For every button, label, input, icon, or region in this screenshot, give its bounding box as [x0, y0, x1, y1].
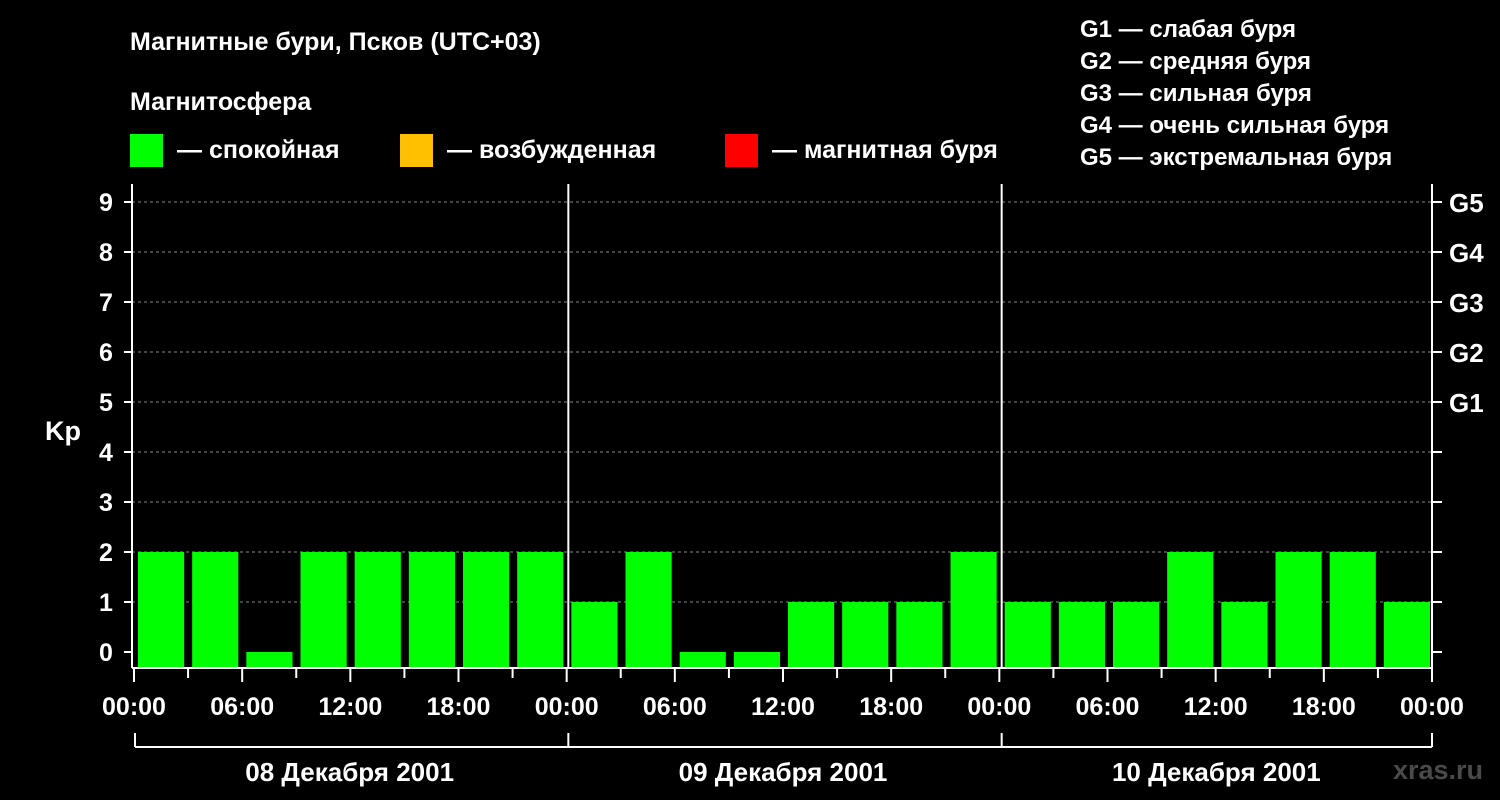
day-label: 10 Декабря 2001 [1112, 757, 1321, 787]
y-tick-label: 0 [99, 639, 113, 667]
legend-label: — магнитная буря [772, 136, 998, 164]
y-tick-label: 9 [99, 189, 113, 217]
storm-scale-item: G5 — экстремальная буря [1080, 144, 1392, 171]
kp-bar [788, 602, 835, 668]
storm-level-label: G3 [1449, 288, 1484, 318]
kp-bar [950, 552, 997, 668]
kp-bar [408, 552, 455, 668]
x-tick-label: 06:00 [643, 693, 707, 721]
x-tick-label: 06:00 [1076, 693, 1140, 721]
storm-level-label: G1 [1449, 388, 1484, 418]
legend-label: — возбужденная [447, 136, 656, 164]
storm-level-label: G4 [1449, 238, 1484, 268]
x-tick-label: 18:00 [1292, 693, 1356, 721]
y-tick-label: 8 [99, 239, 113, 267]
x-tick-label: 12:00 [751, 693, 815, 721]
x-tick-label: 12:00 [1184, 693, 1248, 721]
x-tick-label: 00:00 [1400, 693, 1464, 721]
x-tick-label: 00:00 [102, 693, 166, 721]
kp-bar [517, 552, 564, 668]
kp-bar [679, 652, 726, 668]
kp-bar [1329, 552, 1376, 668]
legend-label: — спокойная [177, 136, 340, 164]
kp-bar [192, 552, 239, 668]
storm-scale-item: G4 — очень сильная буря [1080, 112, 1389, 139]
x-tick-label: 06:00 [210, 693, 274, 721]
kp-bar [354, 552, 401, 668]
x-tick-label: 12:00 [318, 693, 382, 721]
x-tick-label: 00:00 [967, 693, 1031, 721]
legend: — спокойная — возбужденная — магнитная бур… [130, 134, 998, 167]
storm-scale-item: G3 — сильная буря [1080, 80, 1312, 107]
storm-level-label: G2 [1449, 338, 1484, 368]
kp-bar [896, 602, 943, 668]
kp-bar [1058, 602, 1105, 668]
x-tick-label: 18:00 [859, 693, 923, 721]
kp-bar [1113, 602, 1160, 668]
kp-bar [138, 552, 185, 668]
kp-bar [1221, 602, 1268, 668]
storm-scale-legend: G1 — слабая буря G2 — средняя буря G3 — си… [1080, 16, 1392, 171]
storm-scale-item: G2 — средняя буря [1080, 48, 1311, 75]
kp-bar [1167, 552, 1214, 668]
y-tick-label: 5 [99, 389, 113, 417]
kp-bar [571, 602, 618, 668]
legend-swatch [400, 134, 433, 167]
chart-title: Магнитные бури, Псков (UTC+03) [130, 28, 541, 56]
storm-level-label: G5 [1449, 188, 1484, 218]
kp-bar [733, 652, 780, 668]
y-tick-label: 7 [99, 289, 113, 317]
kp-bar [625, 552, 672, 668]
chart-subtitle: Магнитосфера [130, 88, 312, 116]
watermark: xras.ru [1393, 755, 1483, 785]
x-tick-label: 18:00 [427, 693, 491, 721]
plot-area: 0 1 2 3 4 5 6 7 8 9 G1 G2 G3 G4 G5 00:00 06:00 12:00 18:00… [99, 184, 1484, 787]
kp-bar [842, 602, 889, 668]
kp-bar [1383, 602, 1430, 668]
y-tick-label: 6 [99, 339, 113, 367]
y-tick-label: 1 [99, 589, 113, 617]
y-tick-label: 4 [99, 439, 113, 467]
y-tick-label: 2 [99, 539, 113, 567]
legend-swatch [130, 134, 163, 167]
kp-bar [463, 552, 510, 668]
y-axis-label: Kp [45, 416, 81, 446]
kp-bar [1004, 602, 1051, 668]
y-tick-label: 3 [99, 489, 113, 517]
kp-bar [246, 652, 293, 668]
kp-bar [300, 552, 347, 668]
kp-bar [1275, 552, 1322, 668]
legend-swatch [725, 134, 758, 167]
storm-scale-item: G1 — слабая буря [1080, 16, 1296, 43]
day-label: 08 Декабря 2001 [245, 757, 454, 787]
x-tick-label: 00:00 [535, 693, 599, 721]
kp-chart: Магнитные бури, Псков (UTC+03) Магнитосф… [45, 16, 1484, 787]
day-label: 09 Декабря 2001 [679, 757, 888, 787]
